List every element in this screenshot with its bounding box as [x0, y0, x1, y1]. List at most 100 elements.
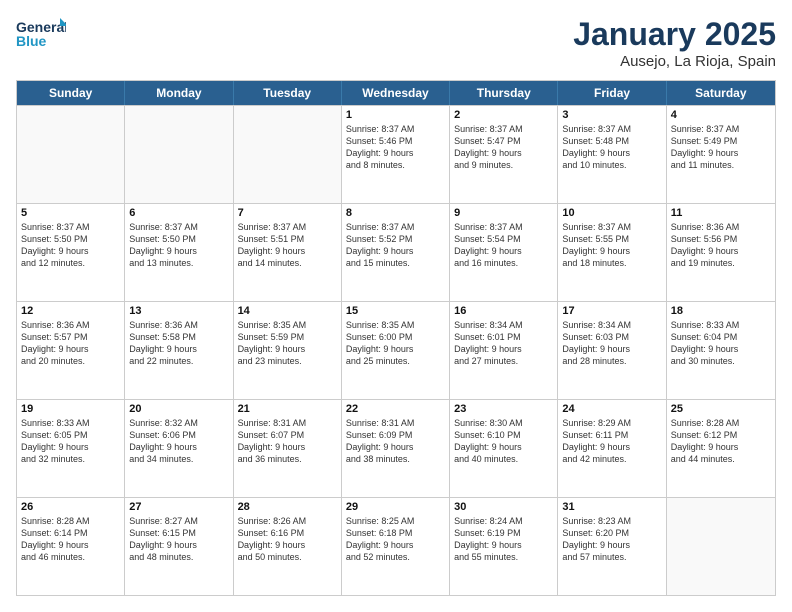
header-cell-monday: Monday [125, 81, 233, 105]
svg-text:Blue: Blue [16, 33, 47, 49]
page: General Blue January 2025 Ausejo, La Rio… [0, 0, 792, 612]
cal-cell-14: 14 Sunrise: 8:35 AM Sunset: 5:59 PM Dayli… [234, 302, 342, 399]
cell-info: Sunrise: 8:29 AM Sunset: 6:11 PM Dayligh… [562, 417, 661, 466]
cal-row-2: 12 Sunrise: 8:36 AM Sunset: 5:57 PM Dayli… [17, 301, 775, 399]
cell-info: Sunrise: 8:33 AM Sunset: 6:04 PM Dayligh… [671, 319, 771, 368]
logo: General Blue [16, 16, 66, 56]
cal-cell-18: 18 Sunrise: 8:33 AM Sunset: 6:04 PM Dayli… [667, 302, 775, 399]
cal-row-3: 19 Sunrise: 8:33 AM Sunset: 6:05 PM Dayli… [17, 399, 775, 497]
day-number: 22 [346, 403, 445, 415]
header-cell-sunday: Sunday [17, 81, 125, 105]
cell-info: Sunrise: 8:31 AM Sunset: 6:07 PM Dayligh… [238, 417, 337, 466]
day-number: 29 [346, 501, 445, 513]
day-number: 7 [238, 207, 337, 219]
cell-info: Sunrise: 8:34 AM Sunset: 6:01 PM Dayligh… [454, 319, 553, 368]
day-number: 15 [346, 305, 445, 317]
cal-cell-empty-6 [667, 498, 775, 595]
day-number: 14 [238, 305, 337, 317]
cell-info: Sunrise: 8:27 AM Sunset: 6:15 PM Dayligh… [129, 515, 228, 564]
cal-cell-25: 25Sunrise: 8:28 AM Sunset: 6:12 PM Dayli… [667, 400, 775, 497]
cell-info: Sunrise: 8:30 AM Sunset: 6:10 PM Dayligh… [454, 417, 553, 466]
cell-info: Sunrise: 8:37 AM Sunset: 5:49 PM Dayligh… [671, 123, 771, 172]
cell-info: Sunrise: 8:37 AM Sunset: 5:50 PM Dayligh… [129, 221, 228, 270]
cell-info: Sunrise: 8:35 AM Sunset: 6:00 PM Dayligh… [346, 319, 445, 368]
day-number: 16 [454, 305, 553, 317]
cell-info: Sunrise: 8:36 AM Sunset: 5:58 PM Dayligh… [129, 319, 228, 368]
cal-cell-31: 31 Sunrise: 8:23 AM Sunset: 6:20 PM Dayli… [558, 498, 666, 595]
cell-info: Sunrise: 8:24 AM Sunset: 6:19 PM Dayligh… [454, 515, 553, 564]
cal-cell-8: 8 Sunrise: 8:37 AM Sunset: 5:52 PM Daylig… [342, 204, 450, 301]
cell-info: Sunrise: 8:23 AM Sunset: 6:20 PM Dayligh… [562, 515, 661, 564]
cal-cell-21: 21Sunrise: 8:31 AM Sunset: 6:07 PM Dayli… [234, 400, 342, 497]
cal-cell-15: 15 Sunrise: 8:35 AM Sunset: 6:00 PM Dayli… [342, 302, 450, 399]
logo-svg: General Blue [16, 16, 66, 56]
cal-cell-28: 28 Sunrise: 8:26 AM Sunset: 6:16 PM Dayli… [234, 498, 342, 595]
cell-info: Sunrise: 8:37 AM Sunset: 5:51 PM Dayligh… [238, 221, 337, 270]
day-number: 27 [129, 501, 228, 513]
cell-info: Sunrise: 8:34 AM Sunset: 6:03 PM Dayligh… [562, 319, 661, 368]
header-cell-wednesday: Wednesday [342, 81, 450, 105]
header-cell-saturday: Saturday [667, 81, 775, 105]
cal-cell-24: 24 Sunrise: 8:29 AM Sunset: 6:11 PM Dayli… [558, 400, 666, 497]
cell-info: Sunrise: 8:36 AM Sunset: 5:56 PM Dayligh… [671, 221, 771, 270]
cell-info: Sunrise: 8:37 AM Sunset: 5:50 PM Dayligh… [21, 221, 120, 270]
cal-cell-26: 26 Sunrise: 8:28 AM Sunset: 6:14 PM Dayli… [17, 498, 125, 595]
day-number: 23 [454, 403, 553, 415]
day-number: 5 [21, 207, 120, 219]
cal-cell-10: 10Sunrise: 8:37 AM Sunset: 5:55 PM Dayli… [558, 204, 666, 301]
cal-cell-9: 9 Sunrise: 8:37 AM Sunset: 5:54 PM Daylig… [450, 204, 558, 301]
cell-info: Sunrise: 8:26 AM Sunset: 6:16 PM Dayligh… [238, 515, 337, 564]
cal-cell-22: 22Sunrise: 8:31 AM Sunset: 6:09 PM Dayli… [342, 400, 450, 497]
day-number: 24 [562, 403, 661, 415]
cell-info: Sunrise: 8:25 AM Sunset: 6:18 PM Dayligh… [346, 515, 445, 564]
cell-info: Sunrise: 8:32 AM Sunset: 6:06 PM Dayligh… [129, 417, 228, 466]
cell-info: Sunrise: 8:37 AM Sunset: 5:54 PM Dayligh… [454, 221, 553, 270]
header: General Blue January 2025 Ausejo, La Rio… [16, 16, 776, 70]
calendar: SundayMondayTuesdayWednesdayThursdayFrid… [16, 80, 776, 596]
calendar-body: 1 Sunrise: 8:37 AM Sunset: 5:46 PM Daylig… [17, 105, 775, 595]
cal-cell-3: 3 Sunrise: 8:37 AM Sunset: 5:48 PM Daylig… [558, 106, 666, 203]
header-cell-friday: Friday [558, 81, 666, 105]
cell-info: Sunrise: 8:28 AM Sunset: 6:12 PM Dayligh… [671, 417, 771, 466]
day-number: 26 [21, 501, 120, 513]
day-number: 8 [346, 207, 445, 219]
day-number: 18 [671, 305, 771, 317]
cell-info: Sunrise: 8:37 AM Sunset: 5:46 PM Dayligh… [346, 123, 445, 172]
day-number: 31 [562, 501, 661, 513]
cal-cell-empty-1 [125, 106, 233, 203]
cell-info: Sunrise: 8:33 AM Sunset: 6:05 PM Dayligh… [21, 417, 120, 466]
day-number: 28 [238, 501, 337, 513]
cal-cell-12: 12 Sunrise: 8:36 AM Sunset: 5:57 PM Dayli… [17, 302, 125, 399]
day-number: 19 [21, 403, 120, 415]
day-number: 2 [454, 109, 553, 121]
day-number: 3 [562, 109, 661, 121]
cal-cell-13: 13Sunrise: 8:36 AM Sunset: 5:58 PM Dayli… [125, 302, 233, 399]
cell-info: Sunrise: 8:37 AM Sunset: 5:55 PM Dayligh… [562, 221, 661, 270]
header-cell-tuesday: Tuesday [234, 81, 342, 105]
cal-cell-empty-2 [234, 106, 342, 203]
cal-cell-23: 23 Sunrise: 8:30 AM Sunset: 6:10 PM Dayli… [450, 400, 558, 497]
calendar-subtitle: Ausejo, La Rioja, Spain [573, 53, 776, 70]
cell-info: Sunrise: 8:36 AM Sunset: 5:57 PM Dayligh… [21, 319, 120, 368]
cal-cell-30: 30Sunrise: 8:24 AM Sunset: 6:19 PM Dayli… [450, 498, 558, 595]
calendar-title: January 2025 [573, 16, 776, 53]
cell-info: Sunrise: 8:28 AM Sunset: 6:14 PM Dayligh… [21, 515, 120, 564]
cal-cell-17: 17 Sunrise: 8:34 AM Sunset: 6:03 PM Dayli… [558, 302, 666, 399]
cell-info: Sunrise: 8:37 AM Sunset: 5:52 PM Dayligh… [346, 221, 445, 270]
cal-row-1: 5 Sunrise: 8:37 AM Sunset: 5:50 PM Daylig… [17, 203, 775, 301]
day-number: 12 [21, 305, 120, 317]
day-number: 9 [454, 207, 553, 219]
cal-cell-7: 7 Sunrise: 8:37 AM Sunset: 5:51 PM Daylig… [234, 204, 342, 301]
cell-info: Sunrise: 8:37 AM Sunset: 5:47 PM Dayligh… [454, 123, 553, 172]
day-number: 1 [346, 109, 445, 121]
cal-cell-2: 2 Sunrise: 8:37 AM Sunset: 5:47 PM Daylig… [450, 106, 558, 203]
cal-row-0: 1 Sunrise: 8:37 AM Sunset: 5:46 PM Daylig… [17, 105, 775, 203]
cal-cell-19: 19 Sunrise: 8:33 AM Sunset: 6:05 PM Dayli… [17, 400, 125, 497]
day-number: 17 [562, 305, 661, 317]
cell-info: Sunrise: 8:35 AM Sunset: 5:59 PM Dayligh… [238, 319, 337, 368]
cal-row-4: 26 Sunrise: 8:28 AM Sunset: 6:14 PM Dayli… [17, 497, 775, 595]
cell-info: Sunrise: 8:37 AM Sunset: 5:48 PM Dayligh… [562, 123, 661, 172]
day-number: 11 [671, 207, 771, 219]
cal-cell-6: 6Sunrise: 8:37 AM Sunset: 5:50 PM Daylig… [125, 204, 233, 301]
cal-cell-29: 29 Sunrise: 8:25 AM Sunset: 6:18 PM Dayli… [342, 498, 450, 595]
